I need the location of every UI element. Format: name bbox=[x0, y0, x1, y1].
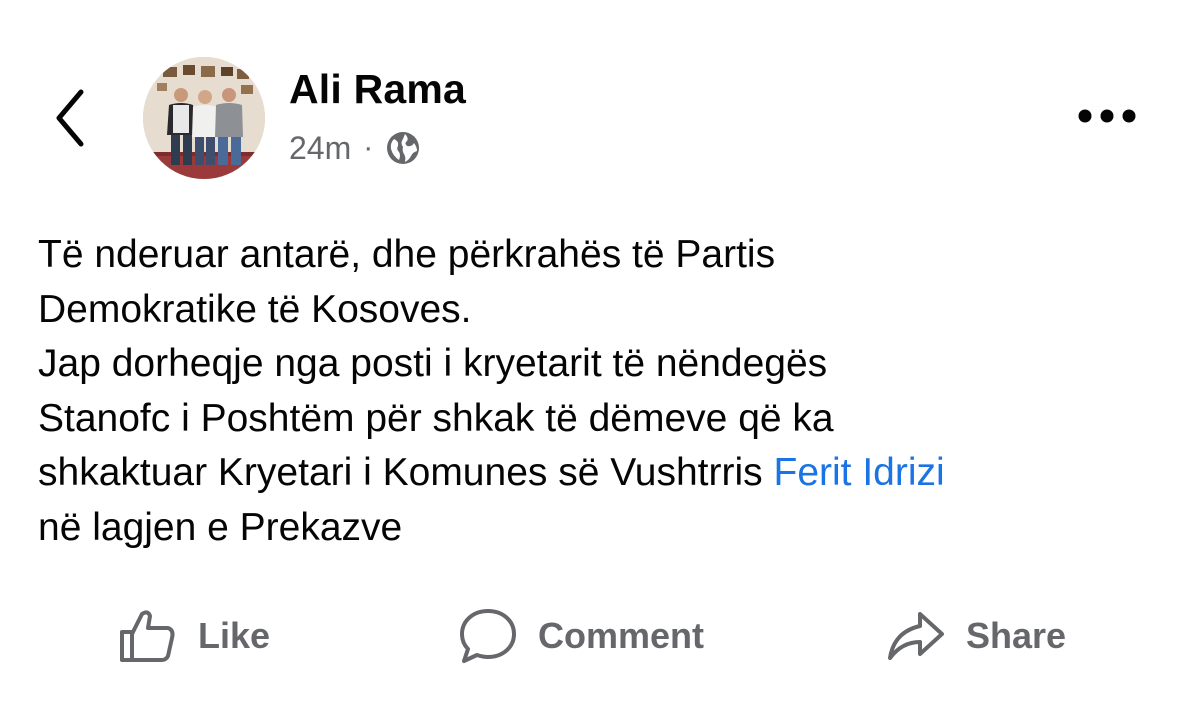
mention-link-ferit-idrizi[interactable]: Ferit Idrizi bbox=[774, 451, 945, 494]
like-button[interactable]: Like bbox=[118, 600, 270, 672]
comment-label: Comment bbox=[538, 615, 705, 656]
meta-separator: · bbox=[363, 131, 374, 164]
post-meta: 24m · bbox=[289, 126, 421, 170]
post-line: Jap dorheqje nga posti i kryetarit të në… bbox=[38, 342, 828, 385]
post-line: Stanofc i Poshtëm për shkak të dëmeve që… bbox=[38, 396, 834, 440]
back-button[interactable] bbox=[40, 78, 100, 158]
comment-button[interactable]: Comment bbox=[458, 600, 704, 672]
globe-icon[interactable] bbox=[385, 130, 421, 166]
post-line-text: shkaktuar Kryetari i Komunes së Vushtrri… bbox=[38, 451, 774, 494]
like-label: Like bbox=[198, 615, 271, 656]
post-line: Demokratike të Kosoves. bbox=[38, 287, 472, 331]
avatar-photo bbox=[143, 57, 265, 179]
comment-bubble-icon bbox=[460, 609, 516, 663]
post-line-with-mention: shkaktuar Kryetari i Komunes së Vushtrri… bbox=[38, 446, 1158, 501]
more-options-button[interactable] bbox=[1070, 92, 1144, 140]
post-timestamp[interactable]: 24m bbox=[289, 130, 351, 167]
post-text: Të nderuar antarë, dhe përkrahës të Part… bbox=[38, 228, 1158, 555]
more-horizontal-icon bbox=[1078, 109, 1136, 123]
post-line: në lagjen e Prekazve bbox=[38, 505, 403, 549]
avatar[interactable] bbox=[143, 57, 265, 179]
post-line: Të nderuar antarë, dhe përkrahës të Part… bbox=[38, 233, 776, 276]
share-arrow-icon bbox=[888, 612, 944, 660]
author-name[interactable]: Ali Rama bbox=[289, 66, 466, 113]
thumbs-up-icon bbox=[120, 610, 175, 662]
post-actions-bar: Like Comment Share bbox=[0, 600, 1179, 672]
chevron-left-icon bbox=[56, 89, 84, 147]
share-button[interactable]: Share bbox=[886, 600, 1066, 672]
share-label: Share bbox=[966, 615, 1067, 656]
